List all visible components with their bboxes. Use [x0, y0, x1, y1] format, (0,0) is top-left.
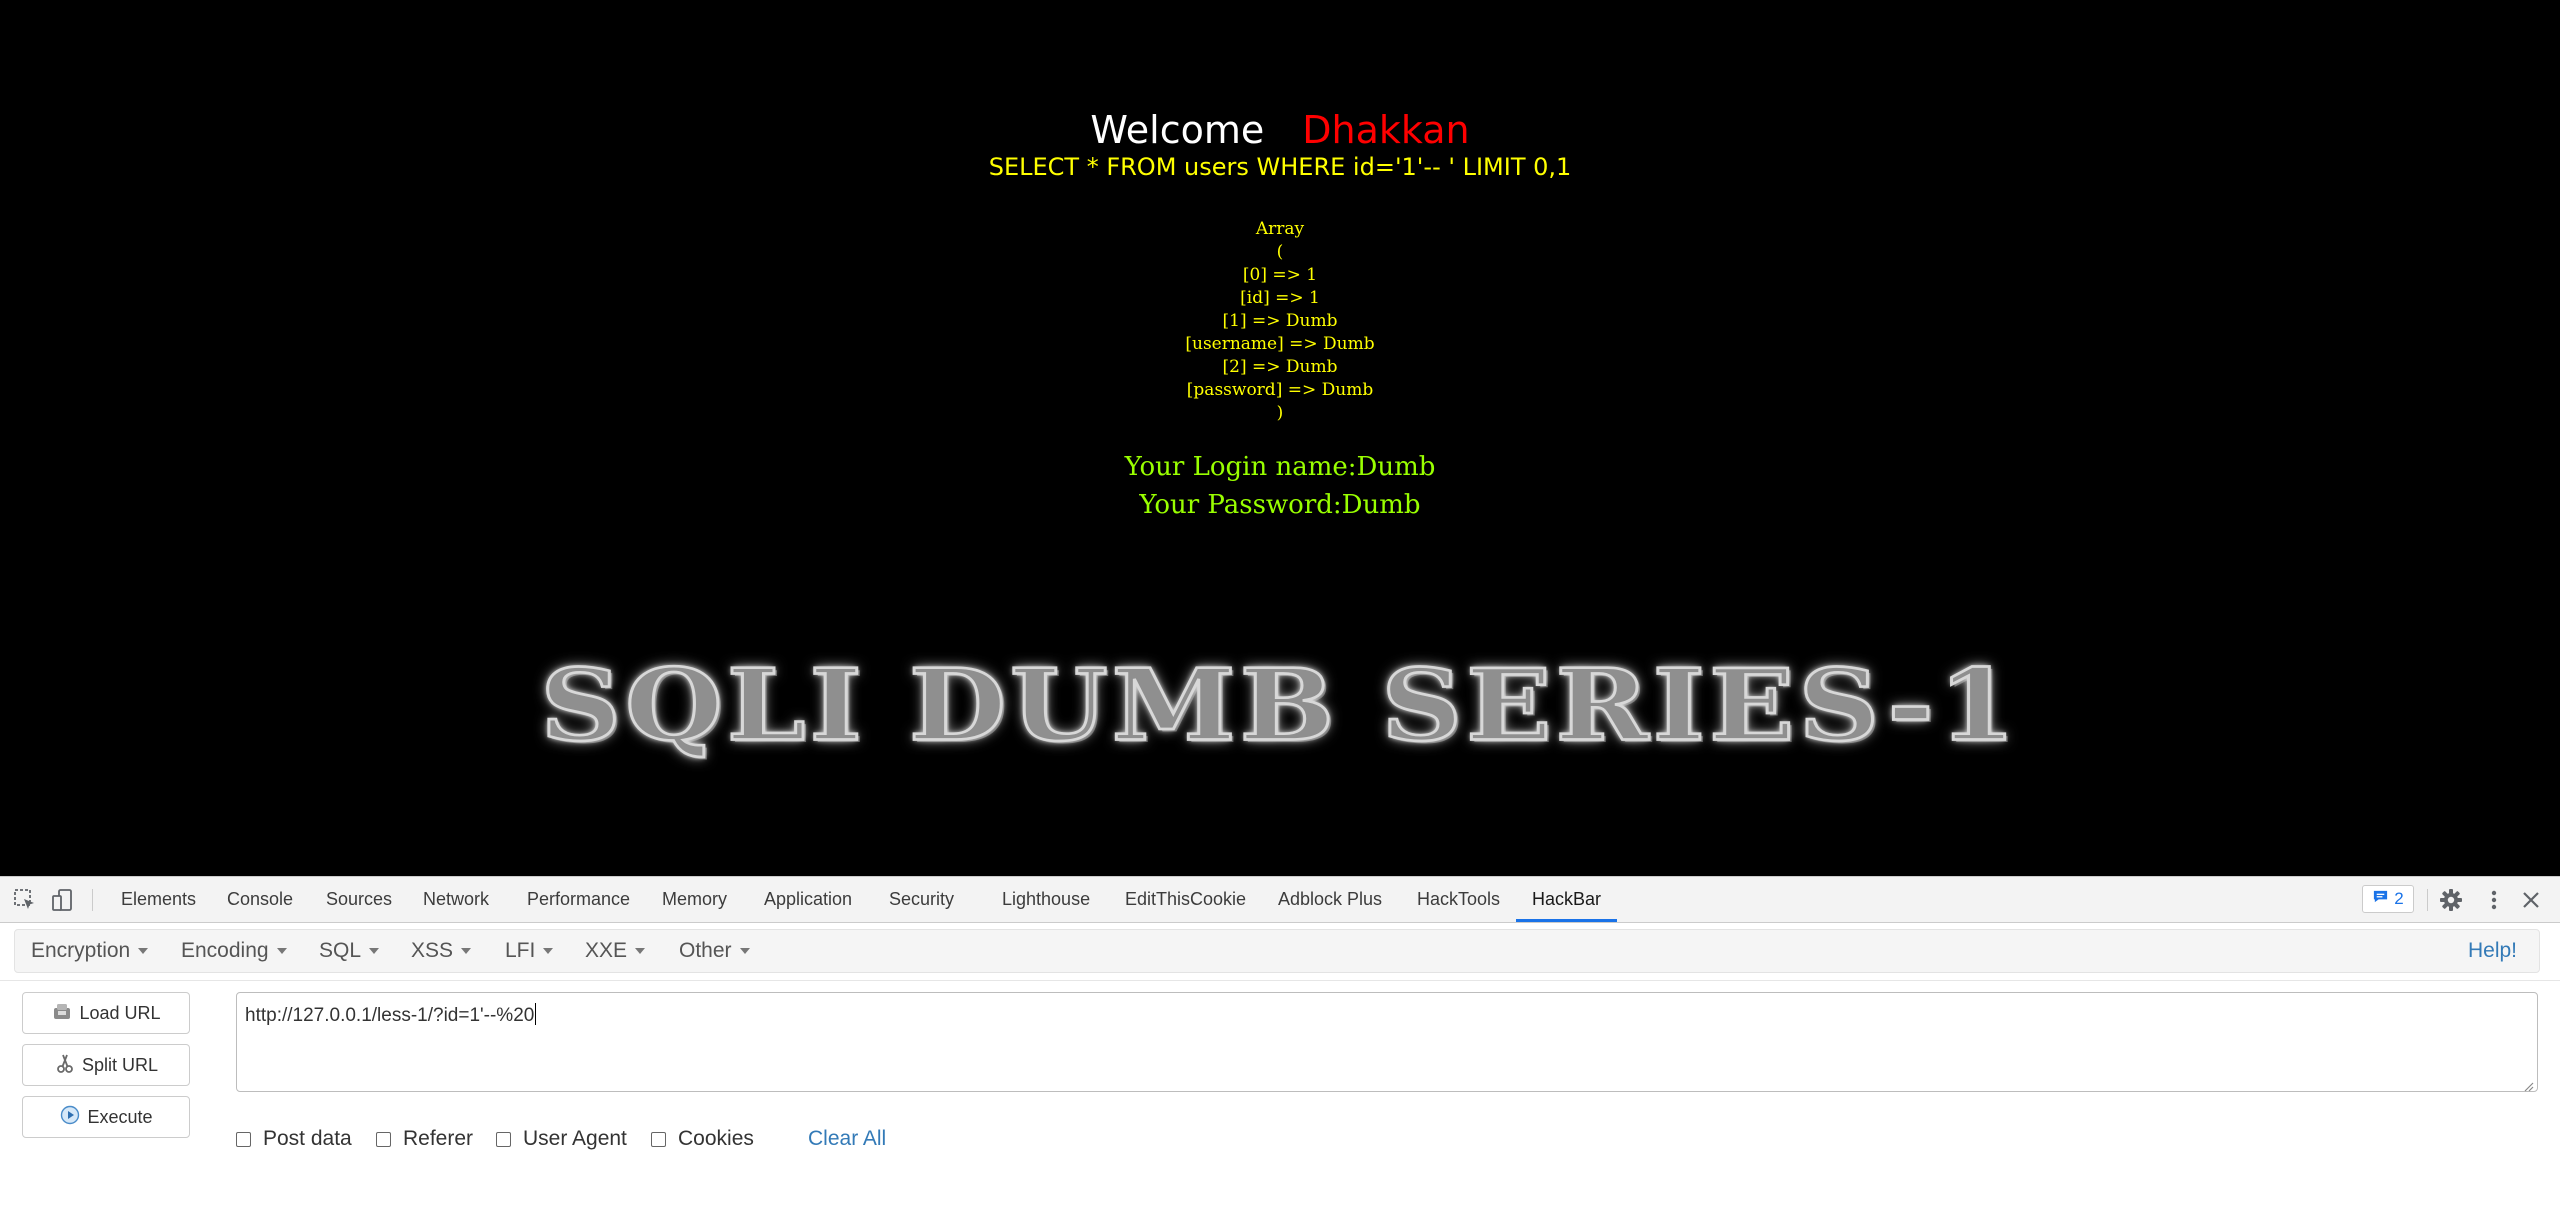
array-line: [2] => Dumb [1222, 357, 1338, 377]
user-agent-checkbox[interactable] [496, 1131, 511, 1147]
password-text: Your Password:Dumb [1139, 490, 1421, 520]
array-line: [username] => Dumb [1185, 334, 1375, 354]
url-value: http://127.0.0.1/less-1/?id=1'--%20 [245, 1005, 535, 1026]
login-result: Your Login name:Dumb Your Password:Dumb [0, 448, 2560, 524]
menu-lfi[interactable]: LFI [505, 930, 554, 972]
referer-option[interactable]: Referer [376, 1124, 473, 1154]
menu-label: Encryption [31, 939, 131, 962]
tab-editthiscookie[interactable]: EditThisCookie [1125, 877, 1246, 922]
gear-icon[interactable] [2438, 887, 2464, 913]
tabbar-divider [92, 889, 93, 911]
array-line: Array [1255, 219, 1305, 239]
menu-encryption[interactable]: Encryption [31, 930, 149, 972]
tab-elements[interactable]: Elements [121, 877, 196, 922]
tab-adblock-plus[interactable]: Adblock Plus [1278, 877, 1382, 922]
login-name-text: Your Login name:Dumb [1124, 452, 1436, 482]
tab-memory[interactable]: Memory [662, 877, 727, 922]
array-line: [id] => 1 [1240, 288, 1320, 308]
menu-encoding[interactable]: Encoding [181, 930, 287, 972]
post-data-checkbox[interactable] [236, 1131, 251, 1147]
tab-hacktools[interactable]: HackTools [1417, 877, 1500, 922]
post-data-label: Post data [263, 1127, 352, 1150]
execute-button[interactable]: Execute [22, 1096, 190, 1138]
devtools-panel: Elements Console Sources Network Perform… [0, 876, 2560, 1227]
load-url-button[interactable]: Load URL [22, 992, 190, 1034]
load-url-icon [51, 1000, 73, 1027]
array-line: ) [1276, 403, 1284, 423]
menu-label: SQL [319, 939, 362, 962]
referer-checkbox[interactable] [376, 1131, 391, 1147]
issues-counter[interactable]: 2 [2362, 885, 2414, 913]
welcome-name: Dhakkan [1302, 108, 1470, 152]
caret-down-icon [635, 948, 646, 955]
welcome-label: Welcome [1090, 108, 1265, 152]
inspect-icon[interactable] [12, 887, 38, 913]
tabbar-divider [2427, 889, 2428, 911]
menu-other[interactable]: Other [679, 930, 750, 972]
tab-performance[interactable]: Performance [527, 877, 630, 922]
welcome-heading: Welcome Dhakkan [0, 104, 2560, 156]
menu-label: XSS [411, 939, 454, 962]
caret-down-icon [461, 948, 472, 955]
caret-down-icon [138, 948, 149, 955]
array-line: ( [1276, 242, 1284, 262]
menu-sql[interactable]: SQL [319, 930, 380, 972]
tab-network[interactable]: Network [423, 877, 489, 922]
post-data-option[interactable]: Post data [236, 1124, 352, 1154]
referer-label: Referer [403, 1127, 474, 1150]
device-toggle-icon[interactable] [50, 887, 76, 913]
caret-down-icon [276, 948, 287, 955]
scissors-icon [54, 1052, 76, 1079]
menu-label: Encoding [181, 939, 269, 962]
series-banner: SQLI DUMB SERIES-1 [539, 640, 2020, 770]
split-url-button[interactable]: Split URL [22, 1044, 190, 1086]
tab-security[interactable]: Security [889, 877, 954, 922]
cookies-label: Cookies [678, 1127, 754, 1150]
close-icon[interactable] [2518, 887, 2544, 913]
load-url-label: Load URL [79, 1002, 161, 1023]
execute-label: Execute [87, 1106, 153, 1127]
user-agent-option[interactable]: User Agent [496, 1124, 627, 1154]
caret-down-icon [369, 948, 380, 955]
series-banner-text: SQLI DUMB SERIES-1 [539, 646, 2020, 764]
array-line: [1] => Dumb [1222, 311, 1338, 331]
caret-down-icon [739, 948, 750, 955]
resize-grip-icon[interactable] [2522, 1076, 2534, 1092]
split-url-label: Split URL [81, 1054, 159, 1075]
menu-xss[interactable]: XSS [411, 930, 472, 972]
menu-label: LFI [505, 939, 536, 962]
user-agent-label: User Agent [523, 1127, 627, 1150]
help-link[interactable]: Help! [2468, 930, 2517, 972]
play-icon [59, 1104, 81, 1131]
tab-lighthouse[interactable]: Lighthouse [1002, 877, 1090, 922]
issues-icon [2372, 888, 2389, 910]
web-page-viewport: Welcome Dhakkan SELECT * FROM users WHERE… [0, 0, 2560, 876]
cookies-checkbox[interactable] [651, 1131, 666, 1147]
issues-count: 2 [2394, 889, 2404, 908]
hackbar-menubar: Encryption Encoding SQL XSS LFI XXE Othe… [0, 923, 2560, 981]
text-cursor [535, 1003, 537, 1025]
sql-query-text: SELECT * FROM users WHERE id='1'-- ' LIM… [988, 153, 1572, 181]
cookies-option[interactable]: Cookies [651, 1124, 754, 1154]
hackbar-menubar-frame: Encryption Encoding SQL XSS LFI XXE Othe… [14, 929, 2540, 973]
kebab-menu-icon[interactable] [2481, 887, 2507, 913]
tab-sources[interactable]: Sources [326, 877, 392, 922]
menu-label: XXE [585, 939, 628, 962]
tab-application[interactable]: Application [764, 877, 852, 922]
menu-xxe[interactable]: XXE [585, 930, 646, 972]
clear-all-link[interactable]: Clear All [808, 1124, 886, 1154]
devtools-tabbar: Elements Console Sources Network Perform… [0, 876, 2560, 923]
caret-down-icon [543, 948, 554, 955]
array-line: [password] => Dumb [1186, 380, 1374, 400]
url-textarea[interactable]: http://127.0.0.1/less-1/?id=1'--%20 [236, 992, 2538, 1092]
result-array: Array ( [0] => 1 [id] => 1 [1] => Dumb [… [0, 218, 2560, 425]
array-line: [0] => 1 [1242, 265, 1318, 285]
tab-hackbar[interactable]: HackBar [1516, 877, 1617, 922]
tab-console[interactable]: Console [227, 877, 293, 922]
menu-label: Other [679, 939, 732, 962]
